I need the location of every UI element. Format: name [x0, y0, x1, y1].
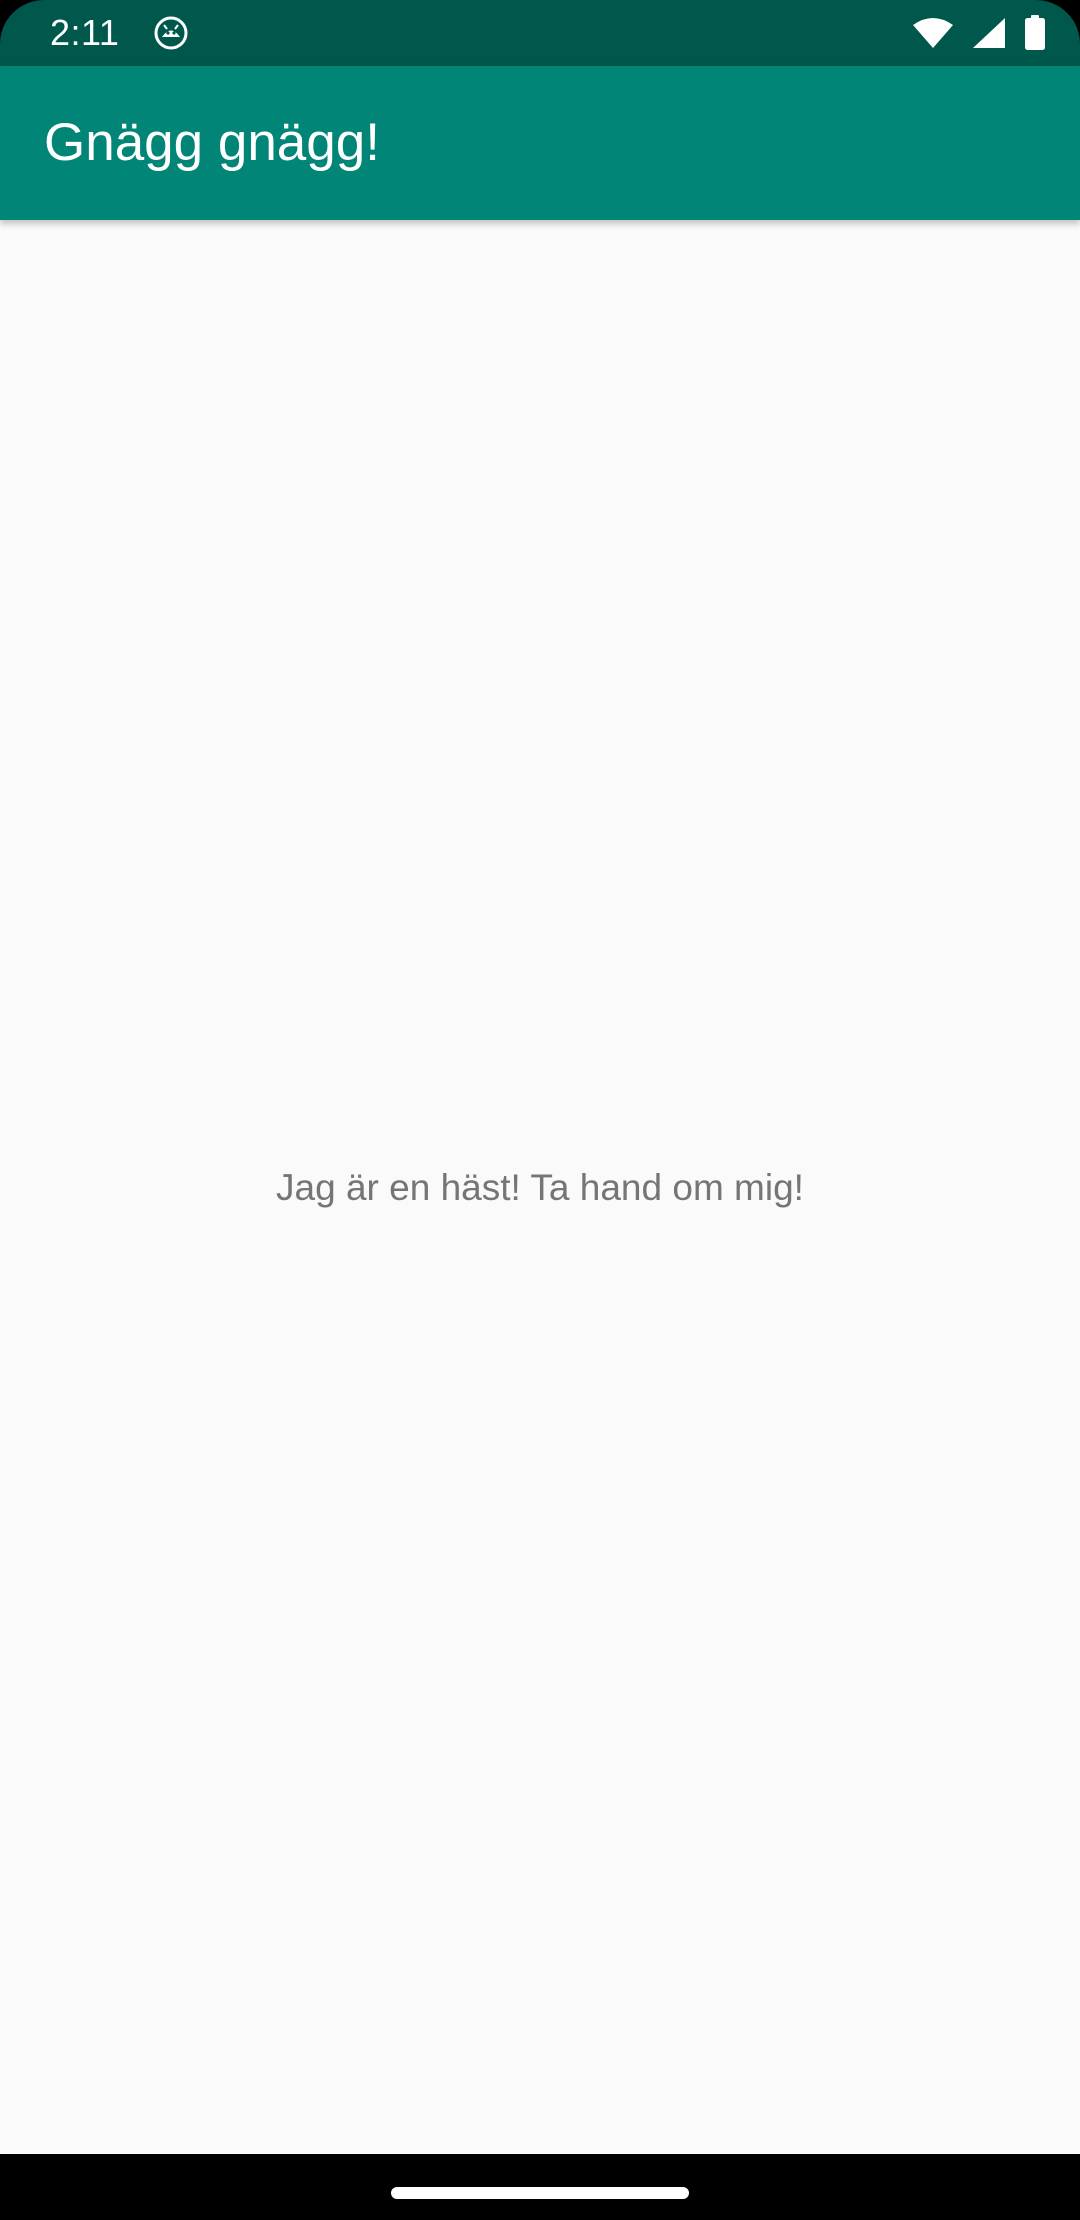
- wifi-icon: [912, 17, 954, 49]
- cell-signal-icon: [972, 17, 1006, 49]
- horse-message: Jag är en häst! Ta hand om mig!: [276, 1167, 804, 1208]
- app-title: Gnägg gnägg!: [44, 113, 380, 172]
- battery-icon: [1024, 15, 1046, 51]
- phone-screen: 2:11 Gnägg gnägg! Jag är en häst! Ta han…: [0, 0, 1080, 2220]
- status-bar: 2:11: [0, 0, 1080, 66]
- main-content: Jag är en häst! Ta hand om mig!: [0, 220, 1080, 2154]
- status-icons: [912, 14, 1046, 52]
- navigation-bar: [0, 2154, 1080, 2220]
- android-head-icon: [154, 16, 188, 50]
- status-time: 2:11: [50, 12, 120, 53]
- home-gesture-handle[interactable]: [391, 2187, 689, 2199]
- app-bar: Gnägg gnägg!: [0, 66, 1080, 220]
